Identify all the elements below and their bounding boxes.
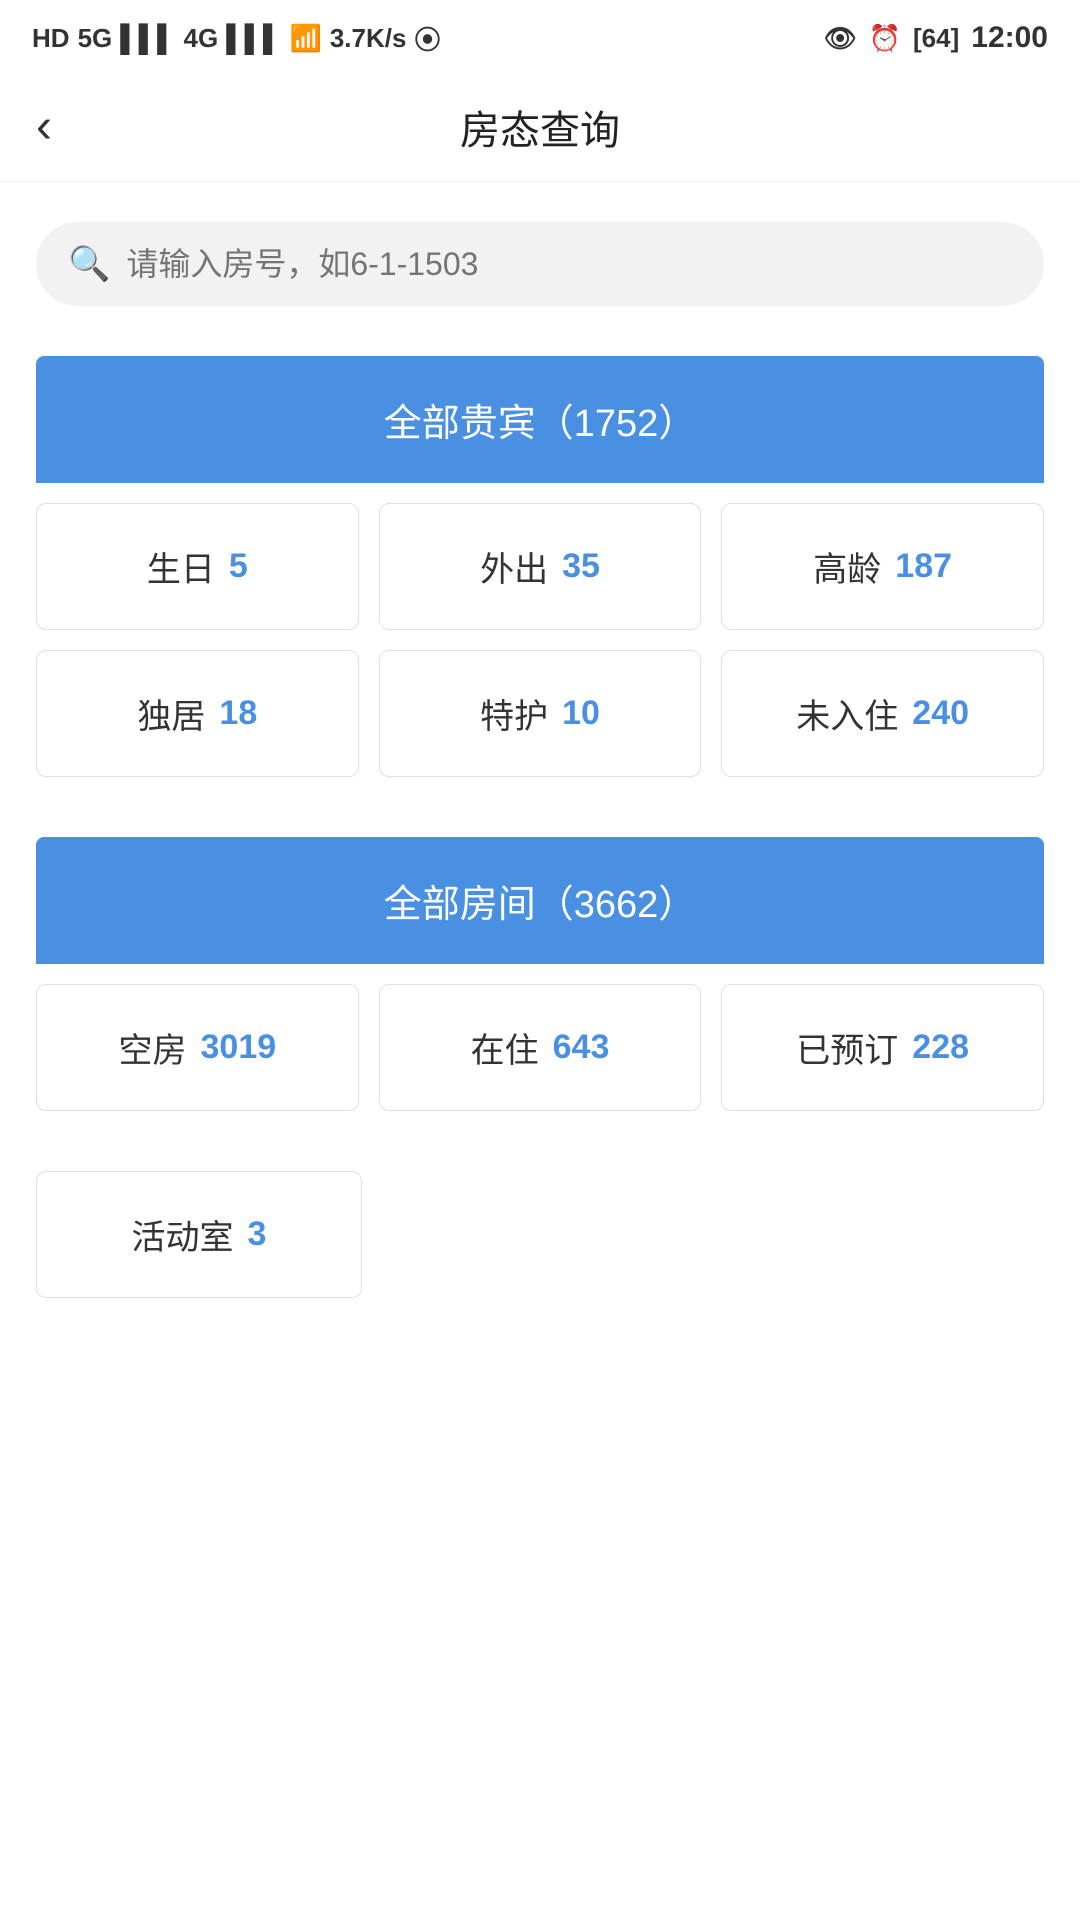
battery-icon: [64]	[913, 23, 959, 54]
stat-count-elderly: 187	[895, 547, 952, 586]
main-content: 🔍 全部贵宾（1752） 生日 5 外出 35 高龄 187 独居 18	[0, 182, 1080, 1408]
guest-stats-grid: 生日 5 外出 35 高龄 187 独居 18 特护 10 未入住 2	[36, 503, 1044, 777]
eye-icon: 👁	[824, 23, 857, 54]
stat-card-occupied[interactable]: 在住 643	[379, 984, 702, 1111]
stat-card-special[interactable]: 特护 10	[379, 650, 702, 777]
status-right: 👁 ⏰ [64] 12:00	[824, 21, 1048, 55]
guest-section: 全部贵宾（1752） 生日 5 外出 35 高龄 187 独居 18 特护	[36, 356, 1044, 777]
stat-label-outside: 外出	[480, 542, 548, 591]
room-stats-grid: 空房 3019 在住 643 已预订 228	[36, 984, 1044, 1111]
stat-count-solo: 18	[219, 694, 257, 733]
stat-label-occupied: 在住	[471, 1023, 539, 1072]
stat-count-activity: 3	[248, 1215, 267, 1254]
stat-label-empty-room: 空房	[119, 1023, 187, 1072]
page-title: 房态查询	[460, 98, 620, 156]
status-left: HD 5G ▌▌▌ 4G ▌▌▌ 📶 3.7K/s ⦿	[32, 20, 440, 57]
guest-banner[interactable]: 全部贵宾（1752）	[36, 356, 1044, 483]
hd-icon: HD	[32, 23, 70, 54]
stat-card-activity[interactable]: 活动室 3	[36, 1171, 362, 1298]
stat-count-not-checkin: 240	[912, 694, 969, 733]
search-input[interactable]	[126, 246, 1012, 283]
signal-5g: 5G	[78, 23, 113, 54]
room-section: 全部房间（3662） 空房 3019 在住 643 已预订 228 活动室 3	[36, 837, 1044, 1298]
signal-bars: ▌▌▌	[120, 23, 175, 54]
stat-label-birthday: 生日	[147, 542, 215, 591]
nav-bar: ‹ 房态查询	[0, 72, 1080, 182]
stat-count-birthday: 5	[229, 547, 248, 586]
stat-label-special: 特护	[480, 689, 548, 738]
search-icon: 🔍	[68, 244, 110, 284]
status-time: 12:00	[971, 21, 1048, 55]
stat-card-outside[interactable]: 外出 35	[379, 503, 702, 630]
stat-count-outside: 35	[562, 547, 600, 586]
stat-label-elderly: 高龄	[813, 542, 881, 591]
stat-card-empty-room[interactable]: 空房 3019	[36, 984, 359, 1111]
stat-label-not-checkin: 未入住	[796, 689, 898, 738]
stat-card-solo[interactable]: 独居 18	[36, 650, 359, 777]
stat-card-reserved[interactable]: 已预订 228	[721, 984, 1044, 1111]
room-banner-text: 全部房间（3662）	[384, 884, 697, 926]
search-bar[interactable]: 🔍	[36, 222, 1044, 306]
alarm-icon: ⏰	[869, 23, 901, 54]
signal-4g: 4G	[184, 23, 219, 54]
stat-label-reserved: 已预订	[796, 1023, 898, 1072]
stat-label-activity: 活动室	[132, 1210, 234, 1259]
stat-card-elderly[interactable]: 高龄 187	[721, 503, 1044, 630]
speed: 3.7K/s	[330, 23, 407, 54]
wifi-icon: 📶	[289, 23, 321, 54]
stat-label-solo: 独居	[137, 689, 205, 738]
activity-room-row: 活动室 3	[36, 1171, 1044, 1298]
extra-icon: ⦿	[414, 20, 440, 57]
stat-count-reserved: 228	[912, 1028, 969, 1067]
guest-banner-text: 全部贵宾（1752）	[384, 403, 697, 445]
stat-card-birthday[interactable]: 生日 5	[36, 503, 359, 630]
stat-card-not-checkin[interactable]: 未入住 240	[721, 650, 1044, 777]
signal-bars2: ▌▌▌	[226, 23, 281, 54]
status-bar: HD 5G ▌▌▌ 4G ▌▌▌ 📶 3.7K/s ⦿ 👁 ⏰ [64] 12:…	[0, 0, 1080, 72]
back-button[interactable]: ‹	[36, 99, 52, 154]
room-banner[interactable]: 全部房间（3662）	[36, 837, 1044, 964]
stat-count-empty-room: 3019	[201, 1028, 277, 1067]
stat-count-special: 10	[562, 694, 600, 733]
stat-count-occupied: 643	[553, 1028, 610, 1067]
